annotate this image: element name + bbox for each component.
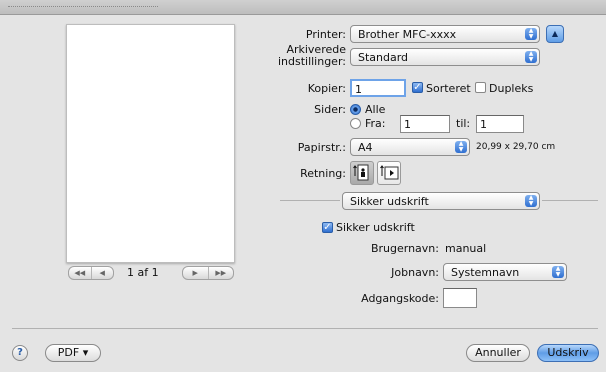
next-page-icon[interactable]: ▶ — [183, 267, 209, 279]
collated-checkbox[interactable]: ✓ — [412, 82, 423, 93]
pages-from-radio[interactable] — [350, 118, 361, 129]
presets-select[interactable]: Standard ▲ ▼ — [350, 48, 540, 66]
page-preview — [66, 24, 235, 263]
presets-label: Arkiverede indstillinger: — [277, 43, 346, 68]
copies-label: Kopier: — [307, 82, 346, 95]
jobname-value: Systemnavn — [451, 266, 520, 279]
paper-size-label: Papirstr.: — [297, 141, 346, 154]
pdf-menu-button[interactable]: PDF ▾ — [45, 344, 101, 362]
popup-arrows-icon: ▲ ▼ — [525, 51, 537, 63]
prev-page-icon[interactable]: ◀ — [92, 267, 114, 279]
pages-to-label: til: — [456, 117, 471, 130]
collapse-details-button[interactable]: ▲ — [546, 25, 564, 43]
help-icon: ? — [17, 347, 23, 358]
popup-arrows-icon: ▲ ▼ — [525, 28, 537, 40]
sheet-titlebar — [0, 0, 606, 15]
orientation-landscape-button[interactable] — [377, 161, 401, 185]
popup-arrows-icon: ▲ ▼ — [552, 266, 564, 278]
password-label: Adgangskode: — [361, 292, 439, 305]
last-page-icon[interactable]: ▶▶ — [209, 267, 234, 279]
printer-label: Printer: — [305, 28, 346, 41]
jobname-select[interactable]: Systemnavn ▲ ▼ — [443, 263, 567, 281]
copies-value: 1 — [355, 83, 362, 96]
paper-size-value: A4 — [358, 141, 373, 154]
orientation-portrait-button[interactable] — [350, 161, 374, 185]
pages-all-label: Alle — [365, 103, 386, 116]
cancel-label: Annuller — [475, 346, 521, 359]
portrait-icon — [353, 164, 369, 181]
copies-field[interactable]: 1 — [350, 79, 406, 97]
paper-dimensions: 20,99 x 29,70 cm — [476, 142, 556, 152]
help-button[interactable]: ? — [12, 345, 28, 361]
printer-select[interactable]: Brother MFC-xxxx ▲ ▼ — [350, 25, 540, 43]
panel-value: Sikker udskrift — [350, 195, 429, 208]
panel-select[interactable]: Sikker udskrift ▲ ▼ — [342, 192, 540, 210]
divider-right — [542, 200, 598, 201]
print-button[interactable]: Udskriv — [537, 344, 599, 362]
popup-arrows-icon: ▲ ▼ — [455, 141, 467, 153]
preview-forward-nav[interactable]: ▶ ▶▶ — [182, 266, 234, 280]
popup-arrows-icon: ▲ ▼ — [525, 195, 537, 207]
preview-back-nav[interactable]: ◀◀ ◀ — [68, 266, 114, 280]
footer-divider — [12, 328, 598, 329]
username-value: manual — [445, 242, 487, 255]
secure-print-label: Sikker udskrift — [336, 221, 415, 234]
divider-left — [280, 200, 340, 201]
paper-size-select[interactable]: A4 ▲ ▼ — [350, 138, 470, 156]
pages-all-radio[interactable] — [350, 104, 361, 115]
password-field[interactable] — [443, 288, 477, 308]
printer-value: Brother MFC-xxxx — [358, 28, 457, 41]
collated-label: Sorteret — [426, 82, 471, 95]
username-label: Brugernavn: — [370, 242, 439, 255]
presets-value: Standard — [358, 51, 409, 64]
pages-from-field[interactable]: 1 — [400, 115, 450, 133]
first-page-icon[interactable]: ◀◀ — [69, 267, 92, 279]
pages-from-label: Fra: — [365, 117, 386, 130]
page-info: 1 af 1 — [127, 266, 159, 279]
pdf-label: PDF ▾ — [57, 346, 89, 359]
cancel-button[interactable]: Annuller — [466, 344, 530, 362]
secure-print-checkbox[interactable]: ✓ — [322, 222, 333, 233]
landscape-icon — [380, 165, 399, 180]
duplex-label: Dupleks — [489, 82, 534, 95]
duplex-checkbox[interactable] — [475, 82, 486, 93]
print-label: Udskriv — [547, 346, 589, 359]
ruler-decoration — [8, 6, 158, 9]
orientation-label: Retning: — [300, 167, 346, 180]
pages-from-value: 1 — [404, 118, 411, 131]
pages-to-value: 1 — [480, 118, 487, 131]
pages-label: Sider: — [314, 103, 346, 116]
disclosure-up-icon: ▲ — [551, 29, 559, 38]
pages-to-field[interactable]: 1 — [476, 115, 524, 133]
jobname-label: Jobnavn: — [391, 266, 439, 279]
